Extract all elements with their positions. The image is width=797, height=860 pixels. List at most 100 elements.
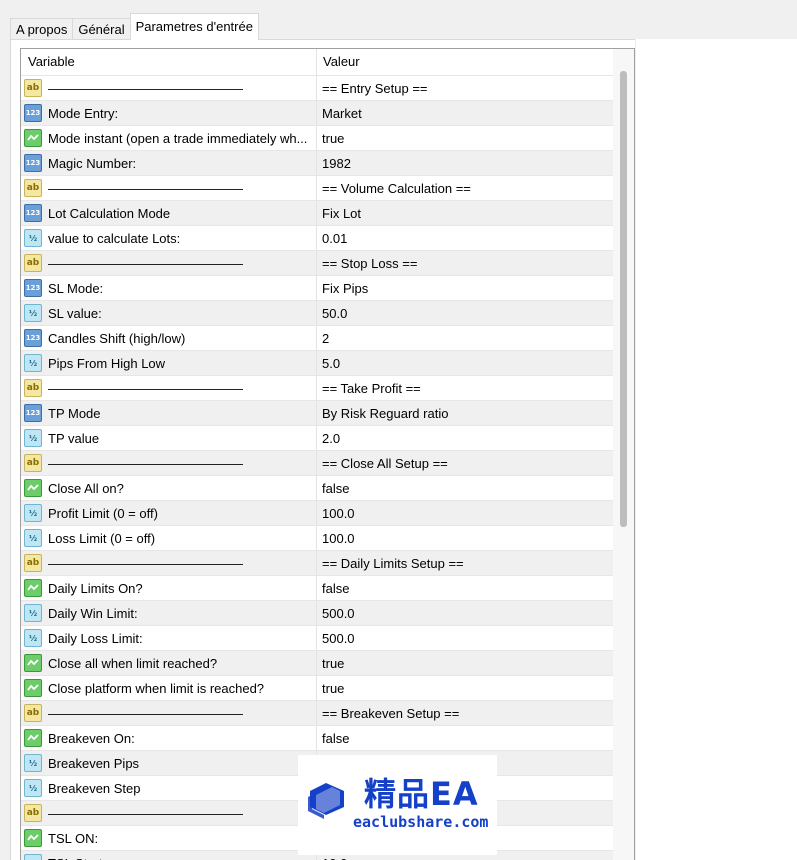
bool-type-icon [24,679,42,697]
table-row[interactable]: ½ Daily Loss Limit: 500.0 [21,625,613,650]
table-row[interactable]: Daily Limits On? false [21,575,613,600]
table-row[interactable]: ½ SL value: 50.0 [21,300,613,325]
tab-a-propos[interactable]: A propos [10,18,74,40]
table-row[interactable]: 123 Candles Shift (high/low) 2 [21,325,613,350]
variable-cell[interactable]: ab ——————————————— [21,551,317,575]
value-cell[interactable]: By Risk Reguard ratio [317,401,613,425]
value-cell[interactable]: == Entry Setup == [317,76,613,100]
variable-cell[interactable]: ½ Loss Limit (0 = off) [21,526,317,550]
watermark-logo-icon [308,783,344,819]
table-row[interactable]: Mode instant (open a trade immediately w… [21,125,613,150]
value-cell[interactable]: false [317,476,613,500]
variable-cell[interactable]: ½ TSL Start: [21,851,317,860]
table-row[interactable]: ab ——————————————— == Stop Loss == [21,250,613,275]
value-cell[interactable]: false [317,726,613,750]
value-cell[interactable]: Fix Lot [317,201,613,225]
value-cell[interactable]: 2 [317,326,613,350]
value-cell[interactable]: == Take Profit == [317,376,613,400]
table-row[interactable]: ½ Loss Limit (0 = off) 100.0 [21,525,613,550]
variable-cell[interactable]: 123 Lot Calculation Mode [21,201,317,225]
table-row[interactable]: 123 Magic Number: 1982 [21,150,613,175]
variable-cell[interactable]: Daily Limits On? [21,576,317,600]
table-row[interactable]: Close platform when limit is reached? tru… [21,675,613,700]
value-cell[interactable]: false [317,576,613,600]
variable-name: SL value: [48,305,102,321]
variable-cell[interactable]: Close All on? [21,476,317,500]
variable-cell[interactable]: ab ——————————————— [21,76,317,100]
value-cell[interactable]: == Volume Calculation == [317,176,613,200]
variable-cell[interactable]: Close platform when limit is reached? [21,676,317,700]
variable-cell[interactable]: ab ——————————————— [21,251,317,275]
value-cell[interactable]: true [317,126,613,150]
table-row[interactable]: ½ Daily Win Limit: 500.0 [21,600,613,625]
variable-cell[interactable]: ½ Pips From High Low [21,351,317,375]
table-row[interactable]: ab ——————————————— == Breakeven Setup == [21,700,613,725]
value-cell[interactable]: == Close All Setup == [317,451,613,475]
table-row[interactable]: 123 TP Mode By Risk Reguard ratio [21,400,613,425]
table-row[interactable]: ½ Profit Limit (0 = off) 100.0 [21,500,613,525]
variable-name: Close All on? [48,480,124,496]
variable-cell[interactable]: ½ Breakeven Step [21,776,317,800]
double-type-icon: ½ [24,229,42,247]
variable-cell[interactable]: ab ——————————————— [21,451,317,475]
table-row[interactable]: Close all when limit reached? true [21,650,613,675]
value-cell[interactable]: Fix Pips [317,276,613,300]
value-cell[interactable]: 5.0 [317,351,613,375]
variable-cell[interactable]: ½ value to calculate Lots: [21,226,317,250]
table-row[interactable]: 123 Lot Calculation Mode Fix Lot [21,200,613,225]
tab-parametres-entree[interactable]: Parametres d'entrée [129,13,259,40]
variable-cell[interactable]: Mode instant (open a trade immediately w… [21,126,317,150]
table-row[interactable]: ab ——————————————— == Close All Setup == [21,450,613,475]
variable-cell[interactable]: TSL ON: [21,826,317,850]
table-row[interactable]: ½ TP value 2.0 [21,425,613,450]
table-row[interactable]: ab ——————————————— == Daily Limits Setup =… [21,550,613,575]
variable-cell[interactable]: ab ——————————————— [21,176,317,200]
variable-cell[interactable]: 123 Magic Number: [21,151,317,175]
tab-general[interactable]: Général [72,18,131,40]
variable-cell[interactable]: Breakeven On: [21,726,317,750]
value-cell[interactable]: 0.01 [317,226,613,250]
value-cell[interactable]: true [317,651,613,675]
value-cell[interactable]: == Stop Loss == [317,251,613,275]
value-cell[interactable]: Market [317,101,613,125]
table-row[interactable]: ab ——————————————— == Take Profit == [21,375,613,400]
variable-cell[interactable]: 123 Mode Entry: [21,101,317,125]
table-row[interactable]: ½ Pips From High Low 5.0 [21,350,613,375]
column-header-value[interactable]: Valeur [317,49,613,75]
value-cell[interactable]: == Daily Limits Setup == [317,551,613,575]
value-cell[interactable]: 500.0 [317,601,613,625]
value-cell[interactable]: 50.0 [317,301,613,325]
column-header-variable[interactable]: Variable [21,49,317,75]
table-row[interactable]: Close All on? false [21,475,613,500]
value-cell[interactable]: 500.0 [317,626,613,650]
value-cell[interactable]: 1982 [317,151,613,175]
variable-cell[interactable]: Close all when limit reached? [21,651,317,675]
table-row[interactable]: ab ——————————————— == Entry Setup == [21,75,613,100]
variable-cell[interactable]: ½ Profit Limit (0 = off) [21,501,317,525]
variable-cell[interactable]: 123 SL Mode: [21,276,317,300]
table-row[interactable]: ½ value to calculate Lots: 0.01 [21,225,613,250]
variable-cell[interactable]: ½ Daily Loss Limit: [21,626,317,650]
value-cell[interactable]: 100.0 [317,526,613,550]
value-cell[interactable]: == Breakeven Setup == [317,701,613,725]
variable-cell[interactable]: ½ TP value [21,426,317,450]
table-row[interactable]: Breakeven On: false [21,725,613,750]
vertical-scrollbar[interactable] [613,49,634,860]
value-cell[interactable]: 100.0 [317,501,613,525]
variable-cell[interactable]: ½ Breakeven Pips [21,751,317,775]
variable-cell[interactable]: ½ Daily Win Limit: [21,601,317,625]
table-row[interactable]: 123 SL Mode: Fix Pips [21,275,613,300]
variable-cell[interactable]: ½ SL value: [21,301,317,325]
variable-cell[interactable]: 123 Candles Shift (high/low) [21,326,317,350]
table-row[interactable]: 123 Mode Entry: Market [21,100,613,125]
variable-name: ——————————————— [48,705,243,721]
int-type-icon: 123 [24,329,42,347]
variable-cell[interactable]: ab ——————————————— [21,376,317,400]
value-cell[interactable]: 2.0 [317,426,613,450]
variable-cell[interactable]: ab ——————————————— [21,801,317,825]
table-row[interactable]: ab ——————————————— == Volume Calculation =… [21,175,613,200]
variable-cell[interactable]: 123 TP Mode [21,401,317,425]
scrollbar-thumb[interactable] [620,71,627,527]
value-cell[interactable]: true [317,676,613,700]
variable-cell[interactable]: ab ——————————————— [21,701,317,725]
